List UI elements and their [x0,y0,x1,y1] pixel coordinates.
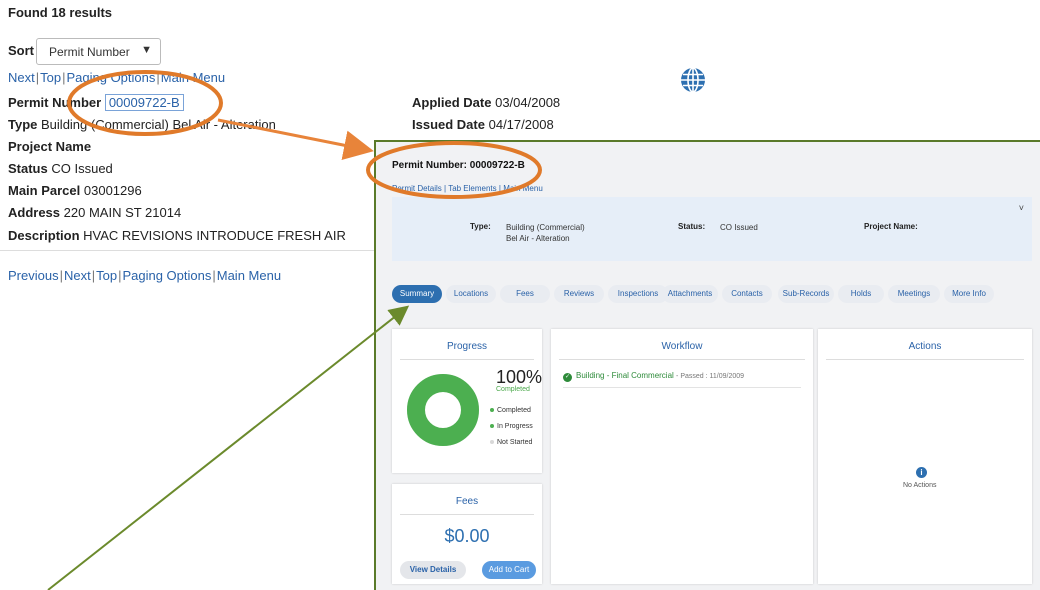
green-arrow [47,305,410,590]
nav-top-link[interactable]: Top [40,70,61,85]
check-circle-icon: ✓ [563,373,572,382]
actions-card: Actions i No Actions [818,329,1032,584]
issued-date-value: 04/17/2008 [488,117,554,132]
permit-details-link[interactable]: Permit Details [392,184,442,193]
paging-nav-top: Next|Top|Paging Options|Main Menu [8,70,226,85]
address-row: Address 220 MAIN ST 21014 [8,205,181,220]
dropdown-arrow-icon: ▼ [141,44,152,56]
type-value: Building (Commercial) Bel Air - Alterati… [41,117,276,132]
info-icon: i [916,467,927,478]
workflow-card: Workflow ✓ Building - Final Commercial - … [551,329,813,584]
progress-title: Progress [446,341,487,352]
progress-sub: Completed [496,386,530,393]
nav-paging-options-link[interactable]: Paging Options [122,268,211,283]
address-value: 220 MAIN ST 21014 [63,205,182,220]
description-row: Description HVAC REVISIONS INTRODUCE FRE… [8,228,346,243]
tab-inspections[interactable]: Inspections [608,285,668,303]
address-label: Address [8,205,61,220]
main-parcel-row: Main Parcel 03001296 [8,183,142,198]
description-label: Description [8,228,80,243]
permit-detail-panel: Permit Number: 00009722-B Permit Details… [374,140,1040,590]
nav-main-menu-link[interactable]: Main Menu [217,268,281,283]
no-actions-text: No Actions [903,482,937,489]
legend-not-started: Not Started [490,439,532,446]
section-divider [0,250,374,251]
progress-donut [407,374,479,446]
progress-card: Progress 100% Completed Completed In Pro… [392,329,542,473]
info-type-line1: Building (Commercial) [506,223,585,232]
permit-number-row: Permit Number 00009722-B [8,94,184,111]
fees-amount: $0.00 [444,526,490,546]
main-menu-link[interactable]: Main Menu [503,184,543,193]
progress-donut-arc [407,374,479,446]
info-type-label: Type: [470,222,491,231]
permit-info-bar: Type: Building (Commercial) Bel Air - Al… [392,197,1032,261]
info-type-line2: Bel Air - Alteration [506,234,570,243]
workflow-title: Workflow [661,341,703,352]
legend-in-progress: In Progress [490,423,533,430]
tab-meetings[interactable]: Meetings [888,285,940,303]
tab-reviews[interactable]: Reviews [554,285,604,303]
sort-selected-value: Permit Number [49,45,130,59]
fees-title: Fees [455,496,479,507]
applied-date-label: Applied Date [412,95,492,110]
info-status-label: Status: [678,222,706,231]
main-parcel-label: Main Parcel [8,183,81,198]
detail-title: Permit Number: 00009722-B [392,160,525,171]
permit-number-link[interactable]: 00009722-B [104,94,184,111]
tab-fees[interactable]: Fees [500,285,550,303]
permit-number-label: Permit Number [8,95,102,110]
tab-summary[interactable]: Summary [392,285,442,303]
chevron-down-icon[interactable]: ˅ [1019,203,1024,213]
sort-select[interactable]: Permit Number ▼ [36,38,161,65]
workflow-item[interactable]: ✓ Building - Final Commercial - Passed : … [563,371,744,382]
add-to-cart-button[interactable]: Add to Cart [482,561,536,579]
type-row: Type Building (Commercial) Bel Air - Alt… [8,117,276,132]
tab-elements-link[interactable]: Tab Elements [448,184,496,193]
tab-holds[interactable]: Holds [838,285,884,303]
status-label: Status [8,161,48,176]
main-parcel-value: 03001296 [83,183,142,198]
nav-previous-link[interactable]: Previous [8,268,59,283]
applied-date-value: 03/04/2008 [495,95,561,110]
sort-label: Sort [8,43,34,58]
results-count: Found 18 results [8,5,113,20]
fees-card: Fees $0.00 View Details Add to Cart [392,484,542,584]
detail-links: Permit Details | Tab Elements | Main Men… [392,184,543,193]
applied-date-row: Applied Date 03/04/2008 [412,95,560,110]
project-name-row: Project Name [8,139,91,154]
legend-completed: Completed [490,407,531,414]
issued-date-row: Issued Date 04/17/2008 [412,117,554,132]
nav-paging-options-link[interactable]: Paging Options [66,70,155,85]
status-value: CO Issued [51,161,113,176]
project-name-label: Project Name [8,139,92,154]
description-value: HVAC REVISIONS INTRODUCE FRESH AIR [83,228,346,243]
tab-locations[interactable]: Locations [446,285,496,303]
nav-main-menu-link[interactable]: Main Menu [161,70,225,85]
tab-contacts[interactable]: Contacts [722,285,772,303]
view-details-button[interactable]: View Details [400,561,466,579]
actions-title: Actions [908,341,942,352]
nav-next-link[interactable]: Next [64,268,91,283]
nav-next-link[interactable]: Next [8,70,35,85]
type-label: Type [8,117,38,132]
globe-icon[interactable] [680,67,706,93]
tab-more-info[interactable]: More Info [944,285,994,303]
nav-top-link[interactable]: Top [96,268,117,283]
info-project-label: Project Name: [864,222,918,231]
paging-nav-bottom: Previous|Next|Top|Paging Options|Main Me… [8,268,282,283]
progress-percent: 100% [496,367,543,387]
info-status-value: CO Issued [720,223,758,232]
tab-attachments[interactable]: Attachments [662,285,718,303]
issued-date-label: Issued Date [412,117,485,132]
status-row: Status CO Issued [8,161,113,176]
tab-sub-records[interactable]: Sub-Records [778,285,834,303]
detail-tabs: Summary Locations Fees Reviews Inspectio… [392,285,1032,303]
